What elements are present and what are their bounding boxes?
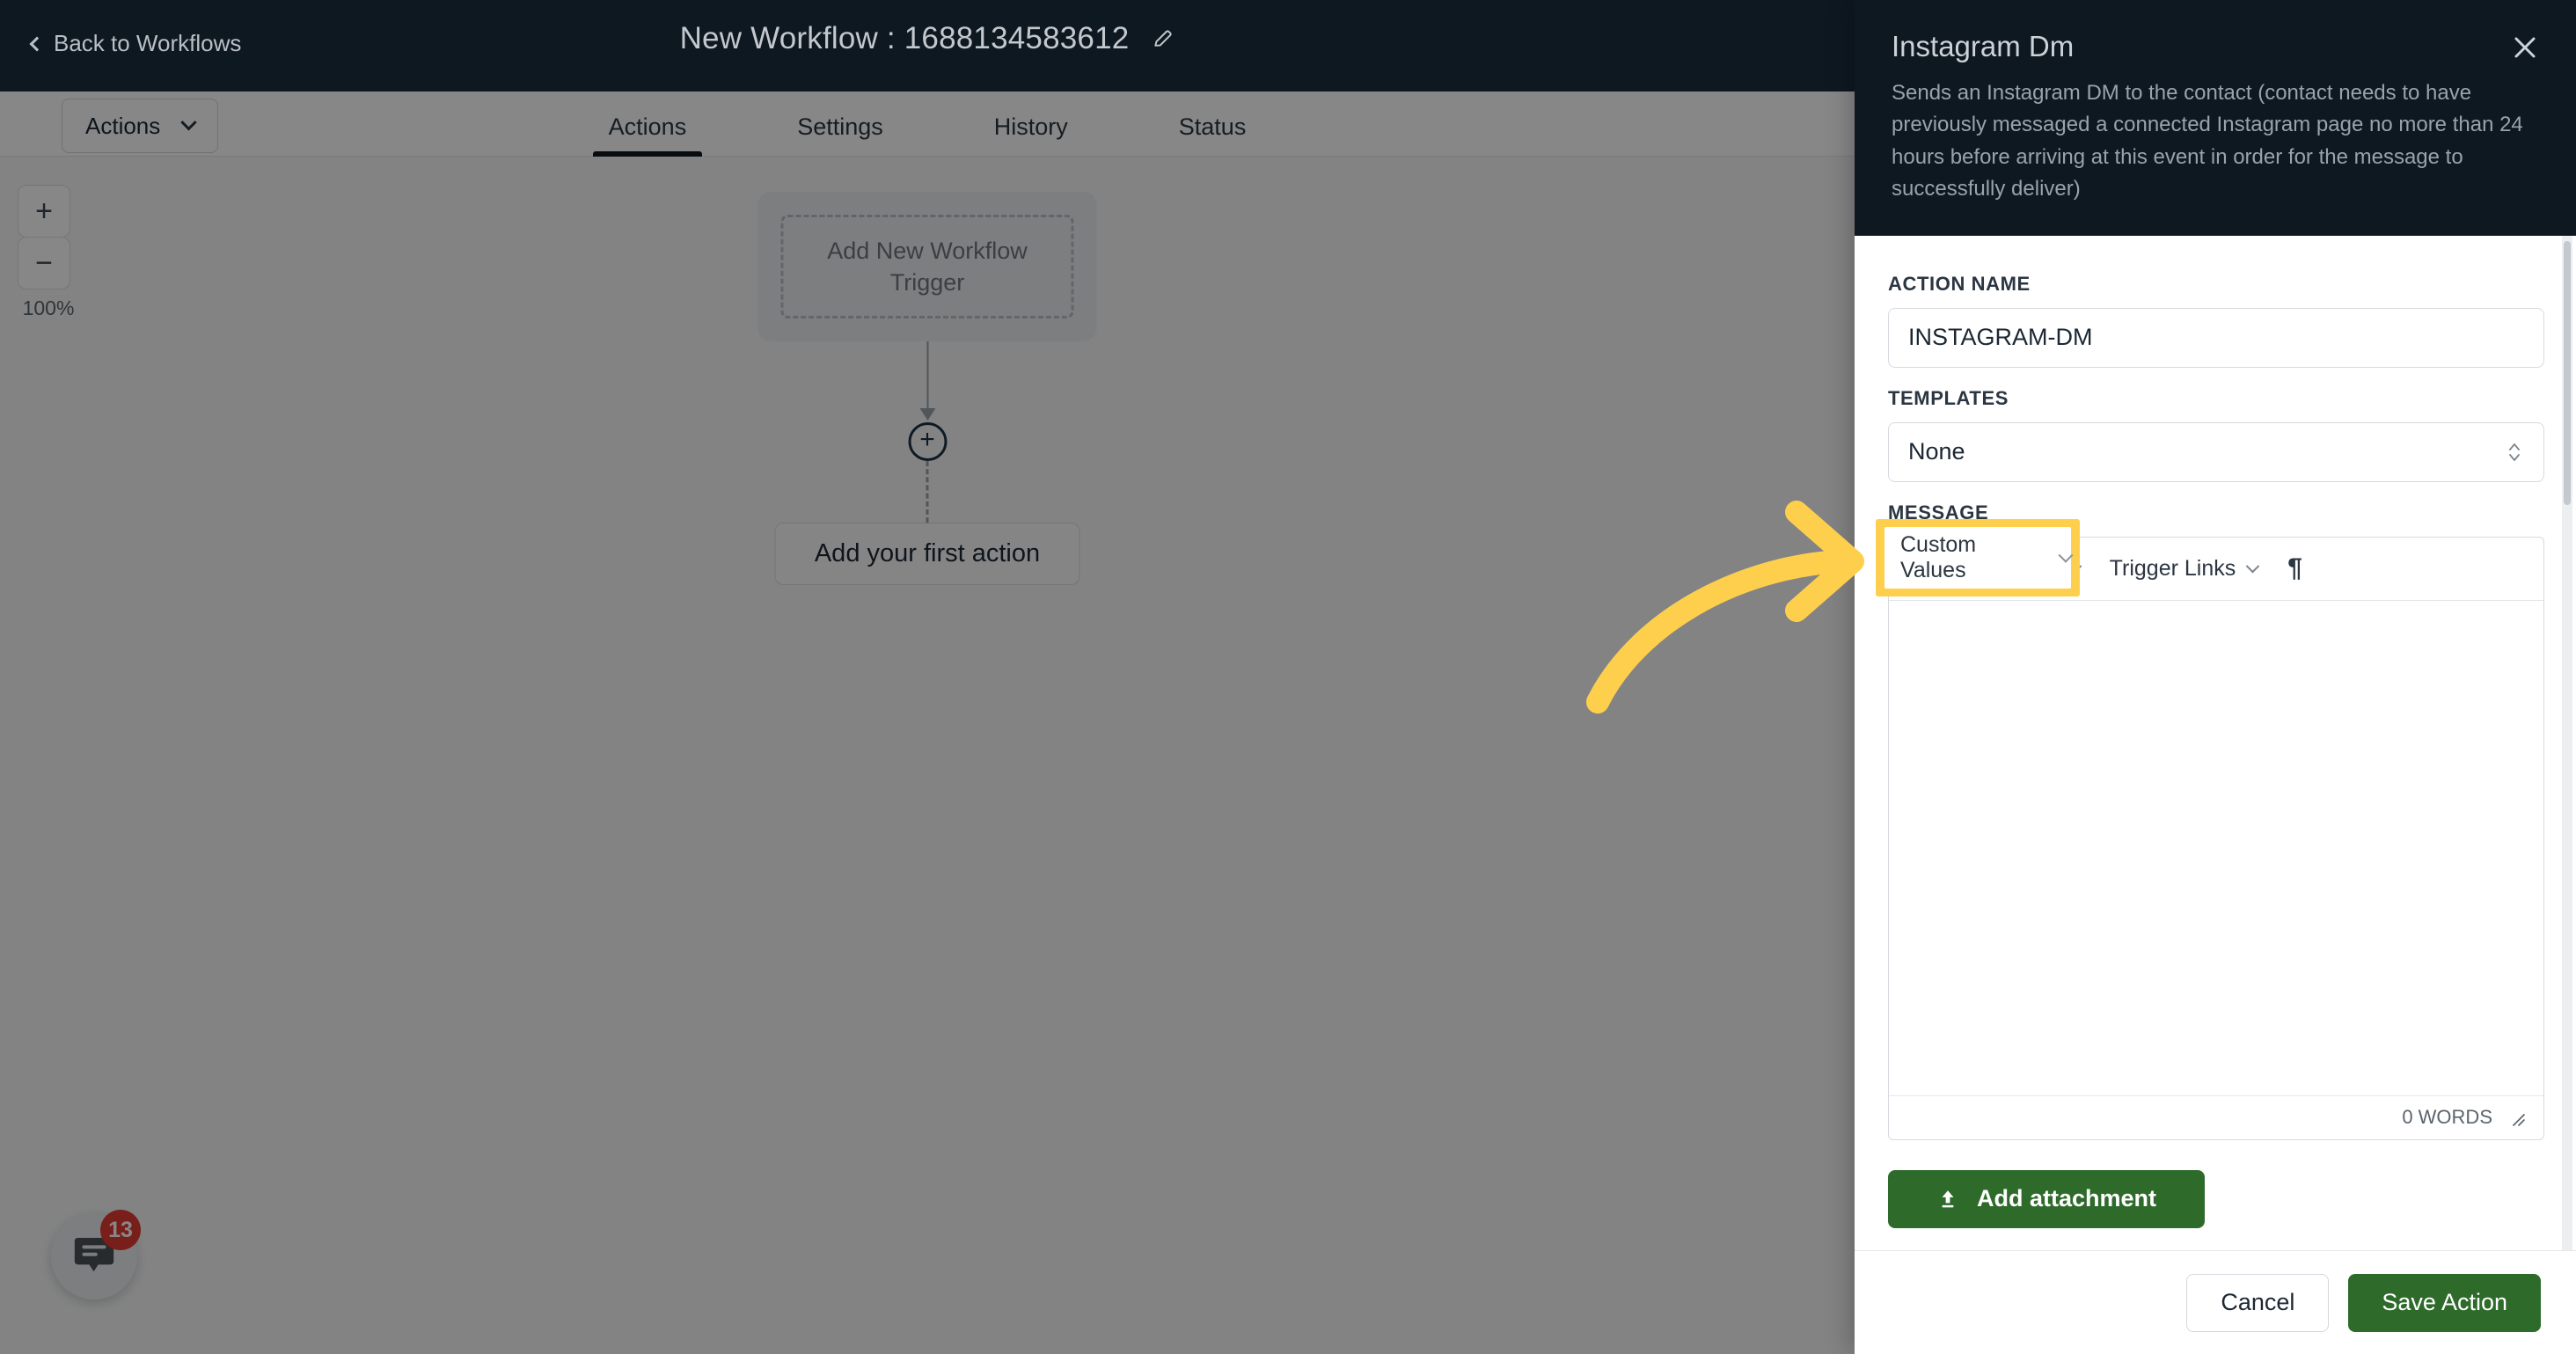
- connector-arrowhead-icon: [919, 408, 935, 421]
- annotation-highlight-box: Custom Values: [1876, 519, 2080, 596]
- chat-unread-badge: 13: [100, 1210, 141, 1250]
- panel-footer: Cancel Save Action: [1855, 1250, 2576, 1354]
- chevron-down-icon: [2058, 547, 2074, 563]
- add-attachment-label: Add attachment: [1976, 1185, 2157, 1212]
- zoom-controls: + − 100%: [18, 185, 97, 320]
- word-count-label: 0 WORDS: [2402, 1106, 2492, 1129]
- close-icon[interactable]: [2507, 30, 2543, 65]
- page-title: New Workflow : 1688134583612: [679, 21, 1130, 55]
- zoom-level-label: 100%: [22, 296, 75, 319]
- upload-icon: [1936, 1188, 1959, 1211]
- tab-history[interactable]: History: [978, 115, 1084, 157]
- templates-select[interactable]: None: [1888, 421, 2544, 482]
- trigger-links-dropdown[interactable]: Trigger Links: [2109, 555, 2260, 582]
- action-name-label: ACTION NAME: [1888, 272, 2031, 295]
- panel-header: Instagram Dm Sends an Instagram DM to th…: [1855, 0, 2576, 236]
- plus-icon: +: [919, 425, 935, 454]
- app-root: + − 100% Add New Workflow Trigger + Add …: [0, 0, 2576, 1354]
- action-name-input[interactable]: [1888, 307, 2544, 368]
- save-action-button[interactable]: Save Action: [2348, 1273, 2541, 1332]
- custom-values-dropdown-highlighted[interactable]: Custom Values: [1884, 527, 2074, 589]
- templates-selected-value: None: [1908, 438, 1965, 465]
- message-editor: Custom Values Trigger Links ¶ 0 WORDS: [1888, 536, 2544, 1140]
- workflow-subbar: Actions Actions Settings History Status: [0, 91, 1855, 157]
- add-trigger-label[interactable]: Add New Workflow Trigger: [780, 215, 1074, 318]
- add-step-button[interactable]: +: [908, 422, 947, 461]
- connector-line: [926, 341, 928, 410]
- templates-label: TEMPLATES: [1888, 386, 2009, 409]
- cancel-button[interactable]: Cancel: [2186, 1273, 2330, 1332]
- message-editor-footer: 0 WORDS: [1889, 1094, 2543, 1139]
- panel-scrollbar[interactable]: [2562, 235, 2572, 1250]
- workflow-canvas[interactable]: + − 100% Add New Workflow Trigger + Add …: [0, 157, 1855, 1354]
- chat-widget[interactable]: 13: [51, 1210, 141, 1299]
- panel-description: Sends an Instagram DM to the contact (co…: [1892, 81, 2523, 201]
- zoom-out-button[interactable]: −: [18, 237, 70, 289]
- tab-actions[interactable]: Actions: [592, 115, 703, 157]
- panel-title: Instagram Dm: [1892, 30, 2075, 62]
- workflow-title-group: New Workflow : 1688134583612: [0, 21, 1855, 56]
- action-config-panel: Instagram Dm Sends an Instagram DM to th…: [1855, 0, 2576, 1354]
- workflow-tabs: Actions Settings History Status: [0, 91, 1855, 157]
- paragraph-icon[interactable]: ¶: [2287, 553, 2302, 583]
- chevron-up-down-icon: [2506, 439, 2522, 465]
- zoom-in-button[interactable]: +: [18, 185, 70, 238]
- resize-grip-icon[interactable]: [2506, 1108, 2526, 1127]
- add-attachment-button[interactable]: Add attachment: [1888, 1169, 2205, 1228]
- connector-dashed-line: [926, 461, 929, 523]
- trigger-links-label: Trigger Links: [2109, 555, 2236, 581]
- message-textarea[interactable]: [1889, 600, 2543, 1095]
- custom-values-highlighted-label: Custom Values: [1900, 532, 1977, 582]
- tab-settings[interactable]: Settings: [781, 115, 899, 157]
- workflow-flow: Add New Workflow Trigger + Add your firs…: [757, 192, 1097, 585]
- panel-body: ACTION NAME TEMPLATES None MESSAGE C: [1855, 235, 2576, 1250]
- chevron-down-icon: [2245, 559, 2260, 574]
- add-first-action-button[interactable]: Add your first action: [774, 523, 1080, 585]
- pencil-icon[interactable]: [1152, 27, 1175, 50]
- workflow-trigger-card[interactable]: Add New Workflow Trigger: [757, 192, 1097, 341]
- tab-status[interactable]: Status: [1163, 115, 1262, 157]
